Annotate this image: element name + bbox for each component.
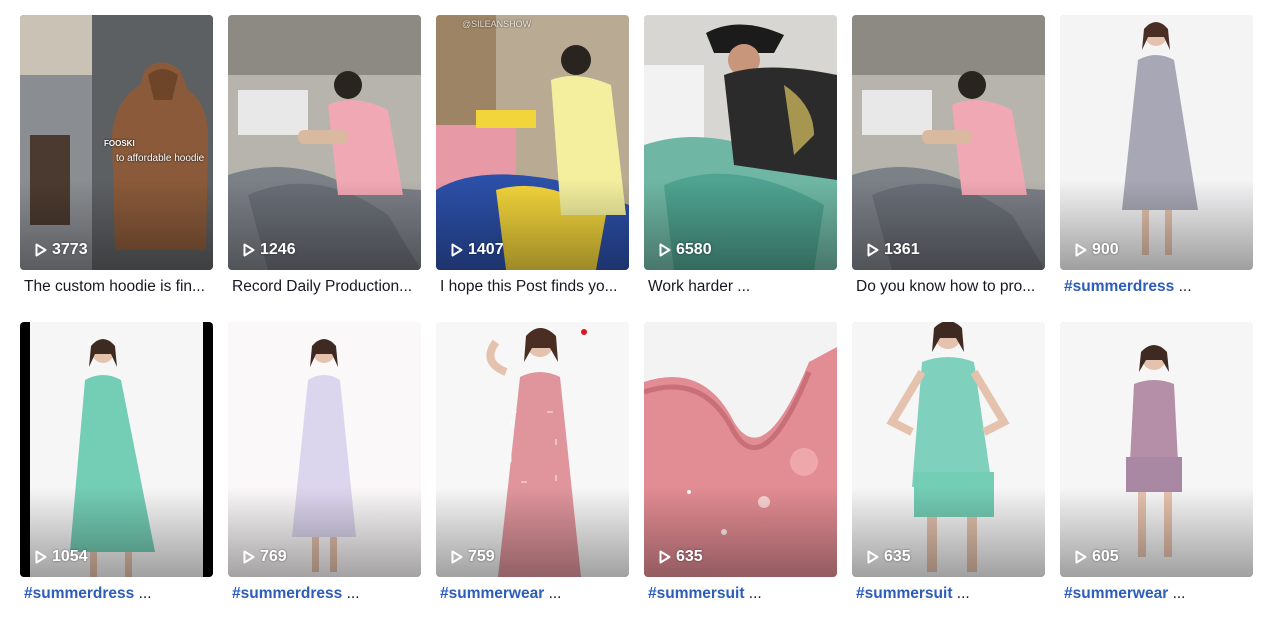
caption-ellipsis: ... xyxy=(952,585,970,602)
video-thumbnail[interactable]: 635 xyxy=(852,322,1045,577)
play-icon xyxy=(451,550,463,564)
video-caption[interactable]: I hope this Post finds yo... xyxy=(436,278,629,302)
caption-ellipsis: ... xyxy=(1168,585,1186,602)
video-card[interactable]: 1054 #summerdress ... xyxy=(20,322,213,629)
caption-ellipsis: ... xyxy=(134,585,152,602)
hashtag-link[interactable]: #summerwear xyxy=(1064,585,1168,602)
view-count: 635 xyxy=(659,548,703,566)
video-card[interactable]: 605 #summerwear ... xyxy=(1060,322,1253,629)
view-count: 3773 xyxy=(35,241,88,259)
video-card[interactable]: @SILEANSHOW 1407 I hope this Post finds … xyxy=(436,15,629,322)
video-thumbnail[interactable]: 1246 xyxy=(228,15,421,270)
play-icon xyxy=(1075,550,1087,564)
view-count-value: 759 xyxy=(468,548,495,565)
video-caption[interactable]: Do you know how to pro... xyxy=(852,278,1045,302)
view-count: 635 xyxy=(867,548,911,566)
view-count: 1361 xyxy=(867,241,920,259)
brand-text: FOOSKI xyxy=(104,139,135,148)
video-caption[interactable]: The custom hoodie is fin... xyxy=(20,278,213,302)
view-count: 1407 xyxy=(451,241,504,259)
caption-ellipsis: ... xyxy=(744,585,762,602)
video-card[interactable]: 1246 Record Daily Production... xyxy=(228,15,421,322)
video-caption[interactable]: #summersuit ... xyxy=(644,585,837,609)
video-caption[interactable]: #summerdress ... xyxy=(20,585,213,609)
hashtag-link[interactable]: #summerwear xyxy=(440,585,544,602)
view-count-value: 1361 xyxy=(884,241,920,258)
caption-ellipsis: ... xyxy=(342,585,360,602)
video-card[interactable]: 1361 Do you know how to pro... xyxy=(852,15,1045,322)
view-count: 1246 xyxy=(243,241,296,259)
video-caption[interactable]: #summerwear ... xyxy=(1060,585,1253,609)
view-count: 605 xyxy=(1075,548,1119,566)
play-icon xyxy=(243,550,255,564)
view-count: 900 xyxy=(1075,241,1119,259)
hashtag-link[interactable]: #summerdress xyxy=(1064,278,1174,295)
hashtag-link[interactable]: #summerdress xyxy=(24,585,134,602)
hashtag-link[interactable]: #summersuit xyxy=(648,585,744,602)
video-card[interactable]: FOOSKI to affordable hoodie 3773 The cus… xyxy=(20,15,213,322)
play-icon xyxy=(451,243,463,257)
video-thumbnail[interactable]: 900 xyxy=(1060,15,1253,270)
video-caption[interactable]: #summerdress ... xyxy=(1060,278,1253,302)
view-count-value: 605 xyxy=(1092,548,1119,565)
play-icon xyxy=(659,243,671,257)
video-thumbnail[interactable]: 605 xyxy=(1060,322,1253,577)
video-caption[interactable]: #summerdress ... xyxy=(228,585,421,609)
view-count: 759 xyxy=(451,548,495,566)
play-icon xyxy=(1075,243,1087,257)
play-icon xyxy=(867,550,879,564)
video-thumbnail[interactable]: 769 xyxy=(228,322,421,577)
view-count: 6580 xyxy=(659,241,712,259)
view-count-value: 635 xyxy=(884,548,911,565)
video-grid: FOOSKI to affordable hoodie 3773 The cus… xyxy=(20,15,1253,629)
video-thumbnail[interactable]: FOOSKI to affordable hoodie 3773 xyxy=(20,15,213,270)
caption-ellipsis: ... xyxy=(1174,278,1192,295)
video-caption[interactable]: Work harder ... xyxy=(644,278,837,302)
video-thumbnail[interactable]: 1361 xyxy=(852,15,1045,270)
video-card[interactable]: 759 #summerwear ... xyxy=(436,322,629,629)
video-card[interactable]: 635 #summersuit ... xyxy=(852,322,1045,629)
caption-ellipsis: ... xyxy=(544,585,562,602)
video-thumbnail[interactable]: 759 xyxy=(436,322,629,577)
video-card[interactable]: 900 #summerdress ... xyxy=(1060,15,1253,322)
video-thumbnail[interactable]: @SILEANSHOW 1407 xyxy=(436,15,629,270)
hashtag-link[interactable]: #summersuit xyxy=(856,585,952,602)
watermark-text: @SILEANSHOW xyxy=(462,19,532,29)
video-caption[interactable]: Record Daily Production... xyxy=(228,278,421,302)
play-icon xyxy=(35,243,47,257)
view-count: 1054 xyxy=(35,548,88,566)
view-count-value: 1246 xyxy=(260,241,296,258)
view-count-value: 6580 xyxy=(676,241,712,258)
video-caption[interactable]: #summerwear ... xyxy=(436,585,629,609)
view-count: 769 xyxy=(243,548,287,566)
play-icon xyxy=(35,550,47,564)
view-count-value: 635 xyxy=(676,548,703,565)
video-card[interactable]: 6580 Work harder ... xyxy=(644,15,837,322)
view-count-value: 1054 xyxy=(52,548,88,565)
view-count-value: 900 xyxy=(1092,241,1119,258)
video-thumbnail[interactable]: 6580 xyxy=(644,15,837,270)
overlay-caption: to affordable hoodie xyxy=(116,153,205,164)
video-thumbnail[interactable]: 635 xyxy=(644,322,837,577)
video-thumbnail[interactable]: 1054 xyxy=(20,322,213,577)
play-icon xyxy=(867,243,879,257)
video-caption[interactable]: #summersuit ... xyxy=(852,585,1045,609)
play-icon xyxy=(659,550,671,564)
view-count-value: 3773 xyxy=(52,241,88,258)
video-card[interactable]: 769 #summerdress ... xyxy=(228,322,421,629)
view-count-value: 1407 xyxy=(468,241,504,258)
play-icon xyxy=(243,243,255,257)
video-card[interactable]: 635 #summersuit ... xyxy=(644,322,837,629)
hashtag-link[interactable]: #summerdress xyxy=(232,585,342,602)
view-count-value: 769 xyxy=(260,548,287,565)
